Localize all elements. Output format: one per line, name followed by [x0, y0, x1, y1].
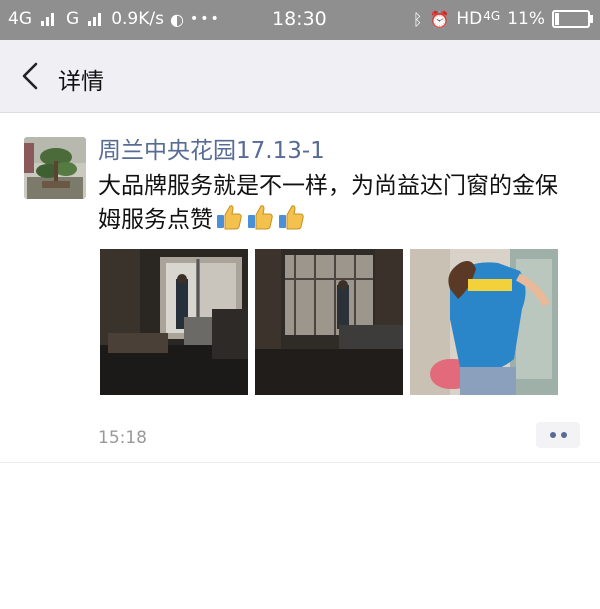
network-speed: 0.9K/s	[111, 9, 164, 29]
signal-icon	[41, 12, 54, 26]
photo-grid	[100, 249, 558, 395]
divider	[0, 462, 600, 463]
dot	[549, 432, 556, 438]
network-type-2: G	[66, 9, 80, 29]
post-text-content: 大品牌服务就是不一样，为尚益达门窗的金保姆服务点赞	[98, 173, 558, 233]
network-type-1: 4G	[8, 9, 32, 29]
status-bar-left: 4G G 0.9K/s ◐ •••	[8, 9, 221, 29]
photo-worker-cleaning[interactable]	[410, 249, 558, 395]
data-saver-icon: ◐	[169, 9, 184, 29]
hd-label: HD	[456, 9, 483, 29]
status-time: 18:30	[272, 8, 327, 30]
battery-level	[555, 13, 559, 25]
more-actions-button[interactable]	[536, 422, 580, 448]
signal-icon-2	[88, 12, 102, 26]
post-author-name[interactable]: 周兰中央花园17.13-1	[98, 131, 325, 165]
post-text: 大品牌服务就是不一样，为尚益达门窗的金保姆服务点赞	[98, 170, 568, 237]
thumbs-up-group	[215, 203, 305, 231]
alarm-icon: ⏰	[429, 9, 450, 29]
dot	[560, 432, 567, 438]
nav-header: 详情	[0, 40, 600, 113]
page-title: 详情	[58, 69, 104, 95]
battery-percent: 11%	[507, 9, 545, 29]
battery-icon	[552, 10, 593, 28]
back-arrow-icon[interactable]	[18, 60, 46, 92]
avatar[interactable]	[24, 137, 86, 199]
thumbs-up-icon	[217, 205, 242, 230]
status-bar: 4G G 0.9K/s ◐ ••• 18:30 ᛒ ⏰ HD 4G 11%	[0, 0, 600, 40]
photo-living-room-2[interactable]	[255, 249, 403, 395]
photo-living-room-1[interactable]	[100, 249, 248, 395]
thumbs-up-icon	[279, 205, 304, 230]
avatar-bonsai-image	[24, 137, 86, 199]
bluetooth-icon: ᛒ	[412, 9, 423, 29]
status-bar-right: ᛒ ⏰ HD 4G 11%	[412, 9, 593, 29]
post-timestamp: 15:18	[98, 428, 147, 448]
network-type-3: 4G	[483, 9, 501, 23]
more-notifications: •••	[189, 11, 221, 27]
thumbs-up-icon	[248, 205, 273, 230]
